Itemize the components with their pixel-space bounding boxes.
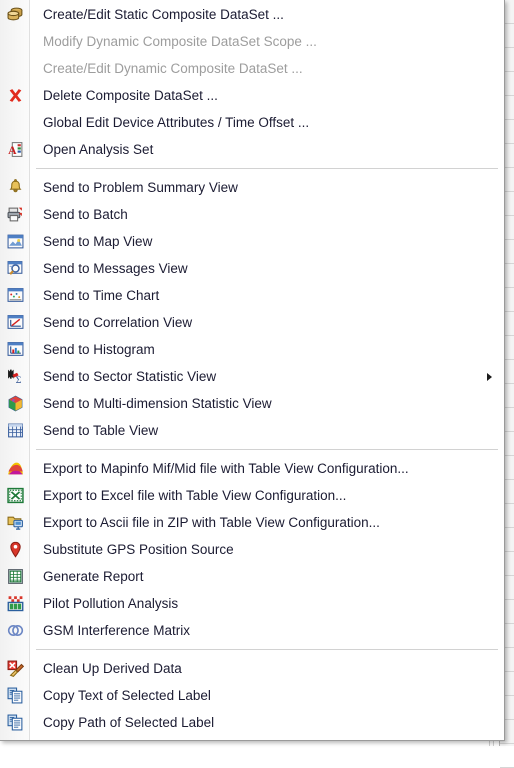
menu-item-copy-text-of-selected-label[interactable]: Copy Text of Selected Label xyxy=(0,682,504,709)
menu-item-send-to-histogram[interactable]: Send to Histogram xyxy=(0,336,504,363)
copy-icon xyxy=(0,682,30,709)
menu-item-export-to-ascii-file-in-zip-with-table-view-conf[interactable]: Export to Ascii file in ZIP with Table V… xyxy=(0,509,504,536)
none xyxy=(0,109,30,136)
menu-item-label: GSM Interference Matrix xyxy=(43,623,191,638)
menu-item-label: Clean Up Derived Data xyxy=(43,661,182,676)
menu-item-label: Export to Mapinfo Mif/Mid file with Tabl… xyxy=(43,461,409,476)
sector-statistic-icon: Σ xyxy=(0,363,30,390)
menu-item-list: Create/Edit Static Composite DataSet ...… xyxy=(0,0,504,736)
menu-item-send-to-correlation-view[interactable]: Send to Correlation View xyxy=(0,309,504,336)
menu-item-substitute-gps-position-source[interactable]: Substitute GPS Position Source xyxy=(0,536,504,563)
menu-separator xyxy=(36,168,498,169)
menu-item-open-analysis-set[interactable]: A Open Analysis Set xyxy=(0,136,504,163)
menu-item-label: Modify Dynamic Composite DataSet Scope .… xyxy=(43,34,317,49)
none xyxy=(0,55,30,82)
menu-item-generate-report[interactable]: Generate Report xyxy=(0,563,504,590)
bell-icon xyxy=(0,174,30,201)
menu-item-label: Export to Ascii file in ZIP with Table V… xyxy=(43,515,380,530)
menu-item-label: Send to Batch xyxy=(43,207,128,222)
ascii-zip-icon xyxy=(0,509,30,536)
correlation-view-icon xyxy=(0,309,30,336)
red-x-icon xyxy=(0,82,30,109)
menu-item-label: Send to Time Chart xyxy=(43,288,160,303)
menu-item-label: Send to Problem Summary View xyxy=(43,180,238,195)
menu-item-pilot-pollution-analysis[interactable]: Pilot Pollution Analysis xyxy=(0,590,504,617)
menu-item-label: Export to Excel file with Table View Con… xyxy=(43,488,347,503)
menu-item-label: Create/Edit Dynamic Composite DataSet ..… xyxy=(43,61,303,76)
menu-item-copy-path-of-selected-label[interactable]: Copy Path of Selected Label xyxy=(0,709,504,736)
mapinfo-icon xyxy=(0,455,30,482)
menu-item-label: Send to Messages View xyxy=(43,261,188,276)
interference-matrix-icon xyxy=(0,617,30,644)
menu-item-label: Copy Path of Selected Label xyxy=(43,715,215,730)
pilot-pollution-icon xyxy=(0,590,30,617)
menu-item-gsm-interference-matrix[interactable]: GSM Interference Matrix xyxy=(0,617,504,644)
menu-item-label: Send to Correlation View xyxy=(43,315,193,330)
background-grid-row xyxy=(500,744,514,768)
table-view-icon xyxy=(0,417,30,444)
menu-item-label: Copy Text of Selected Label xyxy=(43,688,211,703)
menu-item-label: Create/Edit Static Composite DataSet ... xyxy=(43,7,284,22)
menu-item-modify-dynamic-composite-dataset-scope: Modify Dynamic Composite DataSet Scope .… xyxy=(0,28,504,55)
menu-item-send-to-table-view[interactable]: Send to Table View xyxy=(0,417,504,444)
menu-item-export-to-mapinfo-mif-mid-file-with-table-view-c[interactable]: Export to Mapinfo Mif/Mid file with Tabl… xyxy=(0,455,504,482)
menu-item-global-edit-device-attributes-time-offset[interactable]: Global Edit Device Attributes / Time Off… xyxy=(0,109,504,136)
menu-item-send-to-batch[interactable]: Send to Batch xyxy=(0,201,504,228)
messages-view-icon xyxy=(0,255,30,282)
time-chart-icon xyxy=(0,282,30,309)
menu-item-label: Generate Report xyxy=(43,569,144,584)
svg-text:A: A xyxy=(8,144,17,157)
clean-up-icon xyxy=(0,655,30,682)
menu-item-label: Open Analysis Set xyxy=(43,142,154,157)
menu-item-send-to-time-chart[interactable]: Send to Time Chart xyxy=(0,282,504,309)
histogram-icon xyxy=(0,336,30,363)
menu-item-label: Substitute GPS Position Source xyxy=(43,542,234,557)
menu-item-label: Send to Histogram xyxy=(43,342,155,357)
gps-pin-icon xyxy=(0,536,30,563)
cube-icon xyxy=(0,390,30,417)
menu-item-label: Send to Table View xyxy=(43,423,159,438)
screen: Create/Edit Static Composite DataSet ...… xyxy=(0,0,514,768)
printer-batch-icon xyxy=(0,201,30,228)
menu-item-create-edit-dynamic-composite-dataset: Create/Edit Dynamic Composite DataSet ..… xyxy=(0,55,504,82)
database-stack-icon xyxy=(0,1,30,28)
menu-item-label: Send to Sector Statistic View xyxy=(43,369,217,384)
menu-item-send-to-messages-view[interactable]: Send to Messages View xyxy=(0,255,504,282)
menu-item-label: Delete Composite DataSet ... xyxy=(43,88,218,103)
svg-text:Σ: Σ xyxy=(15,375,21,385)
menu-item-send-to-sector-statistic-view[interactable]: Σ Send to Sector Statistic View xyxy=(0,363,504,390)
menu-item-label: Global Edit Device Attributes / Time Off… xyxy=(43,115,310,130)
menu-item-clean-up-derived-data[interactable]: Clean Up Derived Data xyxy=(0,655,504,682)
excel-icon xyxy=(0,482,30,509)
menu-item-delete-composite-dataset[interactable]: Delete Composite DataSet ... xyxy=(0,82,504,109)
menu-item-send-to-problem-summary-view[interactable]: Send to Problem Summary View xyxy=(0,174,504,201)
submenu-arrow-icon xyxy=(487,372,492,381)
map-view-icon xyxy=(0,228,30,255)
menu-item-export-to-excel-file-with-table-view-configurati[interactable]: Export to Excel file with Table View Con… xyxy=(0,482,504,509)
menu-item-label: Send to Multi-dimension Statistic View xyxy=(43,396,272,411)
dataset-context-menu[interactable]: Create/Edit Static Composite DataSet ...… xyxy=(0,0,505,741)
menu-separator xyxy=(36,449,498,450)
menu-item-send-to-multi-dimension-statistic-view[interactable]: Send to Multi-dimension Statistic View xyxy=(0,390,504,417)
report-icon xyxy=(0,563,30,590)
none xyxy=(0,28,30,55)
menu-item-label: Send to Map View xyxy=(43,234,153,249)
menu-item-label: Pilot Pollution Analysis xyxy=(43,596,179,611)
analysis-set-icon: A xyxy=(0,136,30,163)
menu-separator xyxy=(36,649,498,650)
menu-item-create-edit-static-composite-dataset[interactable]: Create/Edit Static Composite DataSet ... xyxy=(0,1,504,28)
menu-item-send-to-map-view[interactable]: Send to Map View xyxy=(0,228,504,255)
copy-icon xyxy=(0,709,30,736)
